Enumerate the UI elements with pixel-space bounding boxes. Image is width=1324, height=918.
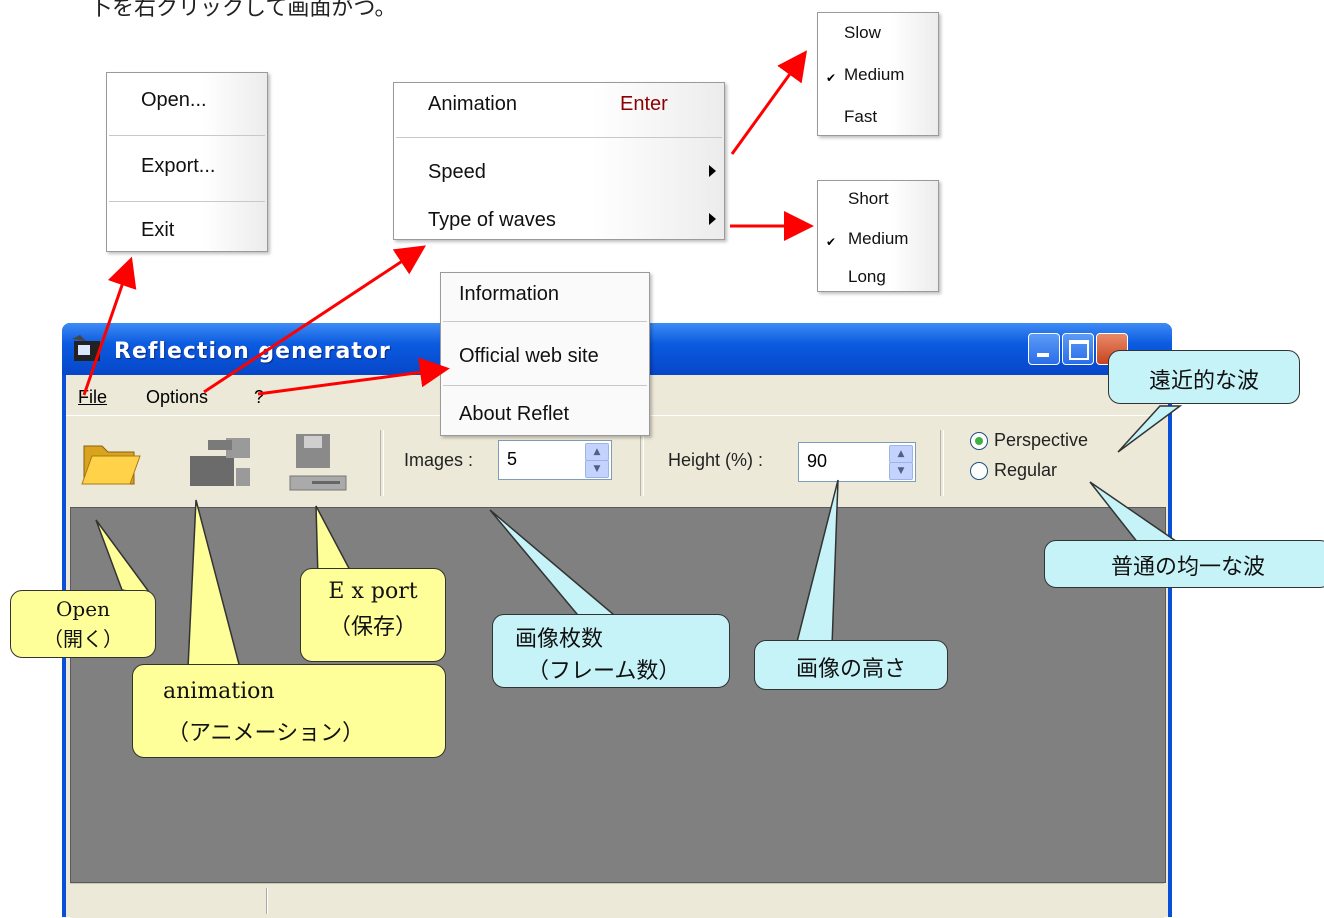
- annotation-arrows: [82, 50, 814, 396]
